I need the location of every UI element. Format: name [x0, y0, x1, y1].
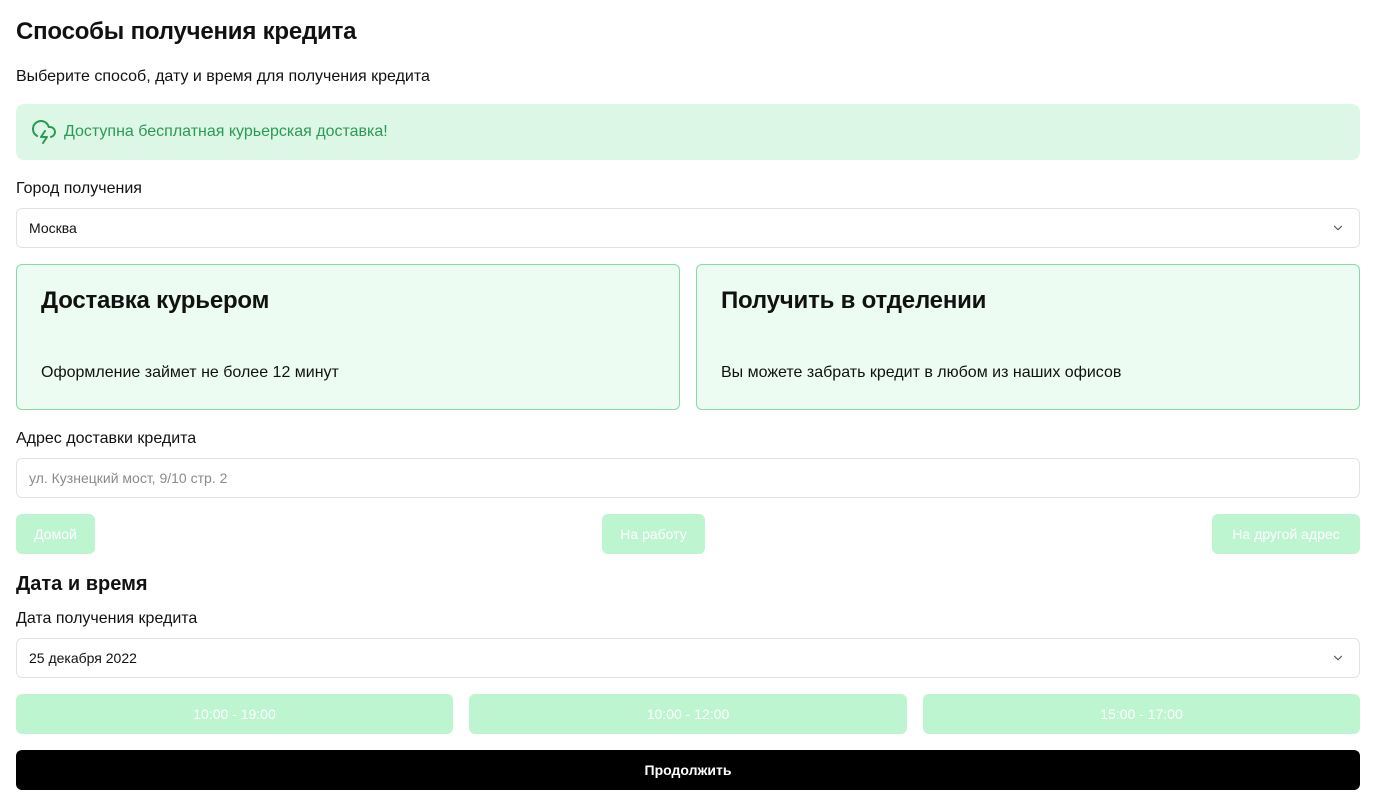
method-card-description: Вы можете забрать кредит в любом из наши… — [721, 364, 1122, 381]
continue-button[interactable]: Продолжить — [16, 750, 1360, 790]
address-input[interactable] — [16, 458, 1360, 498]
date-select-value: 25 декабря 2022 — [29, 650, 137, 666]
method-card-description: Оформление займет не более 12 минут — [41, 364, 339, 381]
method-card-title: Получить в отделении — [721, 287, 987, 314]
city-select[interactable]: Москва — [16, 208, 1360, 248]
time-slot-button[interactable]: 15:00 - 17:00 — [923, 694, 1360, 734]
datetime-section-title: Дата и время — [16, 573, 148, 595]
method-card-title: Доставка курьером — [41, 287, 270, 314]
cloud-lightning-icon — [32, 120, 56, 144]
page-title: Способы получения кредита — [16, 18, 357, 45]
date-select[interactable]: 25 декабря 2022 — [16, 638, 1360, 678]
free-delivery-notice: Доступна бесплатная курьерская доставка! — [16, 104, 1360, 160]
address-label: Адрес доставки кредита — [16, 430, 197, 447]
address-other-button[interactable]: На другой адрес — [1212, 514, 1360, 554]
date-label: Дата получения кредита — [16, 610, 198, 627]
method-card-branch[interactable]: Получить в отделении Вы можете забрать к… — [696, 264, 1360, 410]
time-slot-button[interactable]: 10:00 - 19:00 — [16, 694, 453, 734]
city-label: Город получения — [16, 180, 142, 197]
address-work-button[interactable]: На работу — [602, 514, 705, 554]
city-select-value: Москва — [29, 220, 77, 236]
time-slot-button[interactable]: 10:00 - 12:00 — [469, 694, 907, 734]
address-home-button[interactable]: Домой — [16, 514, 95, 554]
chevron-down-icon — [1333, 655, 1343, 661]
notice-text: Доступна бесплатная курьерская доставка! — [64, 123, 388, 140]
credit-receipt-page: Способы получения кредита Выберите спосо… — [0, 0, 1376, 806]
page-subtitle: Выберите способ, дату и время для получе… — [16, 68, 430, 85]
method-card-courier[interactable]: Доставка курьером Оформление займет не б… — [16, 264, 680, 410]
chevron-down-icon — [1333, 225, 1343, 231]
